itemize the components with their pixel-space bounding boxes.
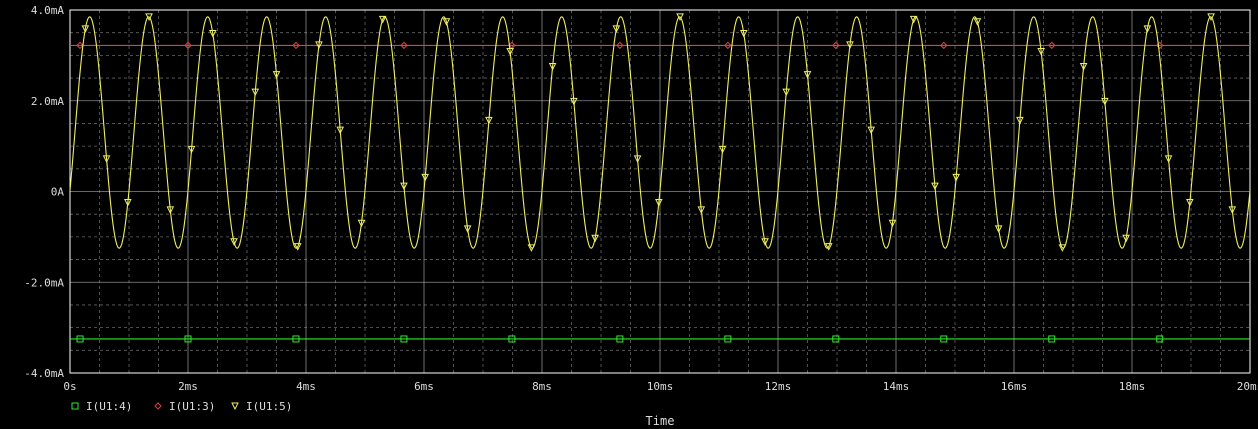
legend-label: I(U1:4) <box>86 400 132 413</box>
y-tick-label: -4.0mA <box>24 367 64 380</box>
x-tick-label: 12ms <box>765 380 792 393</box>
x-tick-label: 8ms <box>532 380 552 393</box>
x-tick-label: 20ms <box>1237 380 1258 393</box>
waveform-plot: 4.0mA 2.0mA 0A -2.0mA -4.0mA 0s 2ms 4ms 6ms 8ms 1… <box>0 0 1258 429</box>
x-tick-label: 4ms <box>296 380 316 393</box>
legend-label: I(U1:3) <box>169 400 215 413</box>
y-tick-label: -2.0mA <box>24 276 64 289</box>
x-tick-label: 2ms <box>178 380 198 393</box>
legend: I(U1:4) I(U1:3) I(U1:5) <box>71 400 292 413</box>
x-tick-label: 6ms <box>414 380 434 393</box>
x-tick-label: 18ms <box>1119 380 1146 393</box>
x-tick-label: 14ms <box>883 380 910 393</box>
x-tick-label: 0s <box>63 380 76 393</box>
y-tick-label: 4.0mA <box>31 4 64 17</box>
y-tick-label: 2.0mA <box>31 95 64 108</box>
x-tick-label: 10ms <box>647 380 674 393</box>
legend-label: I(U1:5) <box>246 400 292 413</box>
x-tick-label: 16ms <box>1001 380 1028 393</box>
y-tick-label: 0A <box>51 186 65 199</box>
x-axis-label: Time <box>646 414 675 428</box>
